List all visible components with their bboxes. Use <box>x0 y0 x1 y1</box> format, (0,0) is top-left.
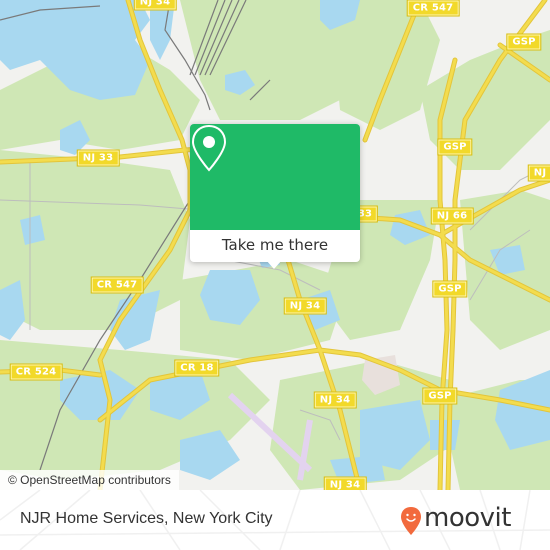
road-label-gsp: GSP <box>432 280 468 298</box>
road-label-nj34: NJ 34 <box>313 391 357 409</box>
road-label-gsp: GSP <box>506 33 542 51</box>
road-label-cr18: CR 18 <box>174 359 220 377</box>
road-label-nj33: NJ 33 <box>76 149 120 167</box>
place-name: NJR Home Services, New York City <box>20 510 273 527</box>
road-label-cr547: CR 547 <box>406 0 460 17</box>
map-view[interactable]: NJ 34 CR 547 GSP NJ 33 GSP NJ 33 NJ 66 C… <box>0 0 550 490</box>
take-me-there-button[interactable]: Take me there <box>190 230 360 262</box>
road-label-nj34: NJ 34 <box>283 297 327 315</box>
road-label-nj34: NJ 34 <box>133 0 177 11</box>
popup-header <box>190 124 360 230</box>
location-popup: Take me there <box>190 124 360 269</box>
road-label-nj66: NJ 66 <box>430 207 474 225</box>
popup-pointer <box>266 260 282 269</box>
footer-bar: NJR Home Services, New York City moovit <box>0 490 550 550</box>
road-label-cr547: CR 547 <box>90 276 144 294</box>
road-label-cr524: CR 524 <box>9 363 63 381</box>
road-label-gsp: GSP <box>437 138 473 156</box>
road-label-nj: NJ <box>527 164 550 182</box>
location-pin-icon <box>191 124 227 172</box>
moovit-wordmark: moovit <box>424 503 511 533</box>
road-label-nj34: NJ 34 <box>323 476 367 490</box>
road-label-gsp: GSP <box>422 387 458 405</box>
moovit-logo[interactable]: moovit <box>400 503 540 538</box>
moovit-smiley-pin-icon <box>401 507 421 535</box>
map-attribution[interactable]: © OpenStreetMap contributors <box>0 470 179 490</box>
